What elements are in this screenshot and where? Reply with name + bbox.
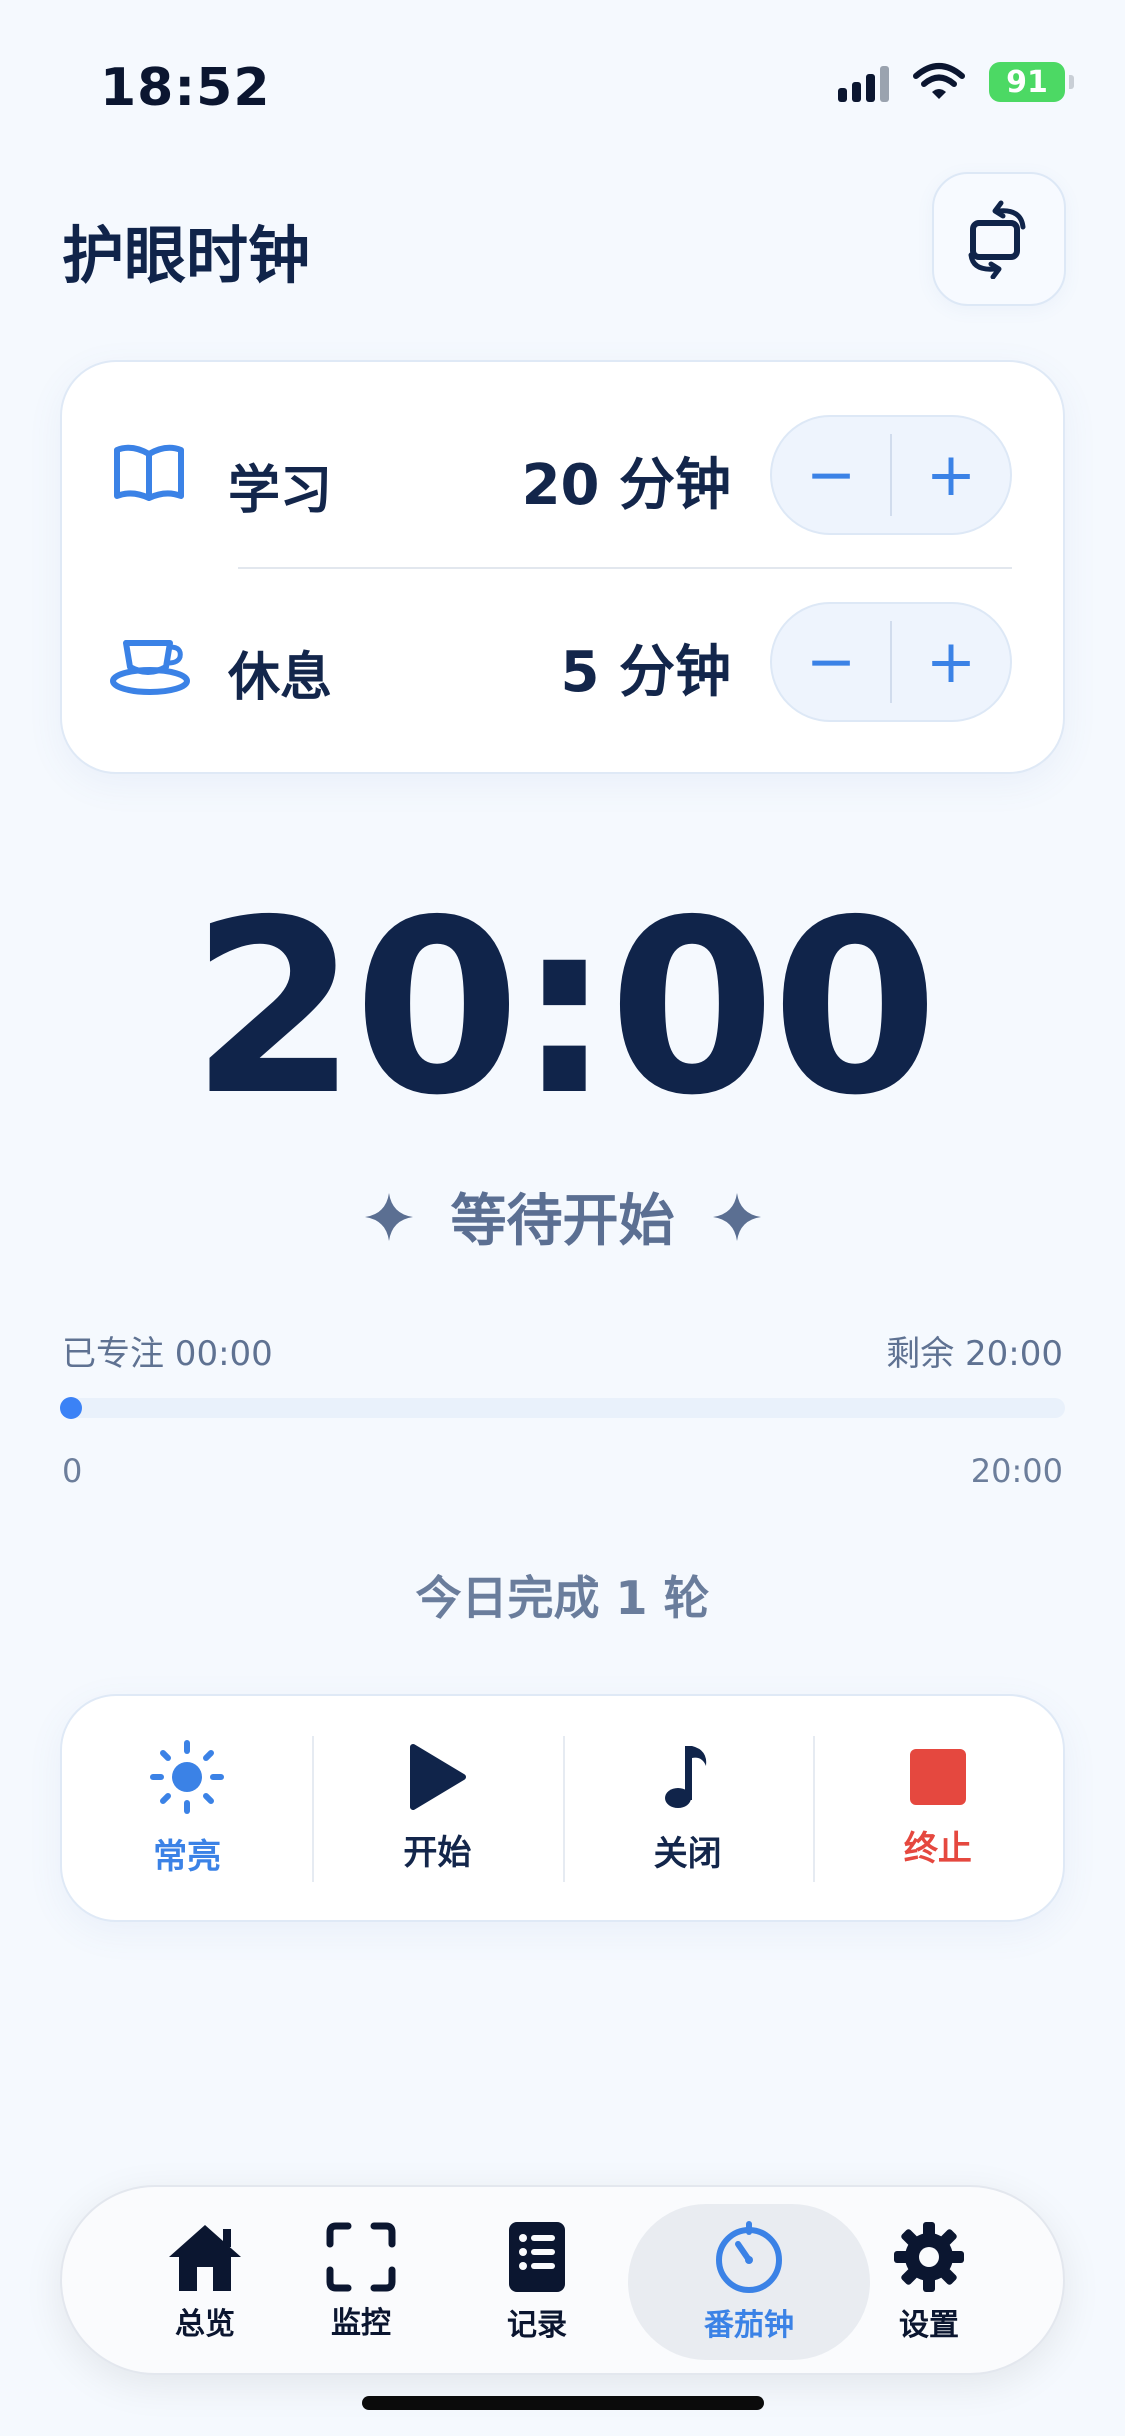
study-increase-button[interactable]: + xyxy=(892,417,1010,533)
tab-records-label: 记录 xyxy=(507,2308,567,2343)
tab-settings[interactable]: 设置 xyxy=(844,2187,1014,2377)
timer-state: 等待开始 xyxy=(0,1176,1125,1257)
keep-awake-label: 常亮 xyxy=(153,1836,222,1877)
progress-start-label: 0 xyxy=(62,1452,83,1490)
status-time: 18:52 xyxy=(100,58,271,118)
stop-label: 终止 xyxy=(903,1828,972,1869)
sun-icon xyxy=(150,1739,225,1814)
book-icon xyxy=(114,444,184,501)
cellular-signal-icon xyxy=(838,62,889,102)
play-icon xyxy=(410,1743,467,1810)
tab-settings-label: 设置 xyxy=(899,2308,959,2343)
rotate-button[interactable] xyxy=(932,172,1066,306)
status-indicators: 91 xyxy=(838,62,1074,102)
music-toggle-label: 关闭 xyxy=(653,1833,722,1874)
tab-pomodoro[interactable]: 番茄钟 xyxy=(628,2187,870,2377)
tab-pomodoro-label: 番茄钟 xyxy=(704,2308,794,2343)
music-note-icon xyxy=(664,1745,706,1808)
action-bar: 常亮 开始 关闭 终止 xyxy=(60,1694,1065,1922)
rest-duration-row: 休息 5 分钟 − + xyxy=(0,597,1125,727)
keep-awake-button[interactable]: 常亮 xyxy=(62,1696,312,1920)
timer-state-label: 等待开始 xyxy=(450,1189,675,1254)
tab-monitor[interactable]: 监控 xyxy=(276,2187,446,2377)
study-decrease-button[interactable]: − xyxy=(772,417,890,533)
tab-monitor-label: 监控 xyxy=(331,2306,391,2341)
tab-bar: 总览 监控 记录 番茄钟 设置 xyxy=(60,2185,1065,2375)
music-toggle-button[interactable]: 关闭 xyxy=(562,1696,813,1920)
progress-knob[interactable] xyxy=(60,1397,82,1419)
list-icon xyxy=(509,2222,565,2292)
progress-track xyxy=(62,1398,1065,1418)
page-title: 护眼时钟 xyxy=(62,219,311,292)
tab-records[interactable]: 记录 xyxy=(452,2187,622,2377)
sparkle-icon xyxy=(364,1192,413,1241)
rest-duration-value: 5 分钟 xyxy=(560,640,731,705)
today-completed: 今日完成 1 轮 xyxy=(415,1571,710,1625)
sparkle-icon xyxy=(712,1192,761,1241)
study-label: 学习 xyxy=(228,461,333,521)
rest-decrease-button[interactable]: − xyxy=(772,604,890,720)
rest-duration-stepper: − + xyxy=(770,602,1012,722)
wifi-icon xyxy=(913,63,965,99)
gear-icon xyxy=(894,2222,964,2292)
battery-level: 91 xyxy=(1006,64,1048,100)
timer-icon xyxy=(716,2221,782,2293)
tab-overview-label: 总览 xyxy=(175,2307,235,2342)
battery-icon: 91 xyxy=(989,62,1074,102)
progress-end-label: 20:00 xyxy=(970,1452,1063,1490)
home-indicator xyxy=(362,2396,764,2410)
start-label: 开始 xyxy=(403,1832,472,1873)
rest-increase-button[interactable]: + xyxy=(892,604,1010,720)
study-duration-value: 20 分钟 xyxy=(521,453,731,518)
stop-button[interactable]: 终止 xyxy=(812,1696,1063,1920)
rotate-screen-icon xyxy=(968,200,1026,279)
stop-icon xyxy=(909,1748,966,1805)
countdown-display: 20:00 xyxy=(190,868,939,1148)
tab-overview[interactable]: 总览 xyxy=(120,2187,290,2377)
teacup-icon xyxy=(110,640,190,695)
screen: 18:52 91 护眼时钟 学习 20 分钟 − + 休息 5 分钟 − + 2… xyxy=(0,0,1125,2436)
focused-time: 已专注 00:00 xyxy=(62,1334,273,1374)
start-button[interactable]: 开始 xyxy=(312,1696,562,1920)
rest-label: 休息 xyxy=(228,648,333,708)
study-duration-row: 学习 20 分钟 − + xyxy=(0,410,1125,540)
row-divider xyxy=(238,567,1012,569)
viewfinder-icon xyxy=(326,2222,396,2292)
study-duration-stepper: − + xyxy=(770,415,1012,535)
remaining-time: 剩余 20:00 xyxy=(886,1334,1063,1374)
house-icon xyxy=(169,2225,241,2291)
